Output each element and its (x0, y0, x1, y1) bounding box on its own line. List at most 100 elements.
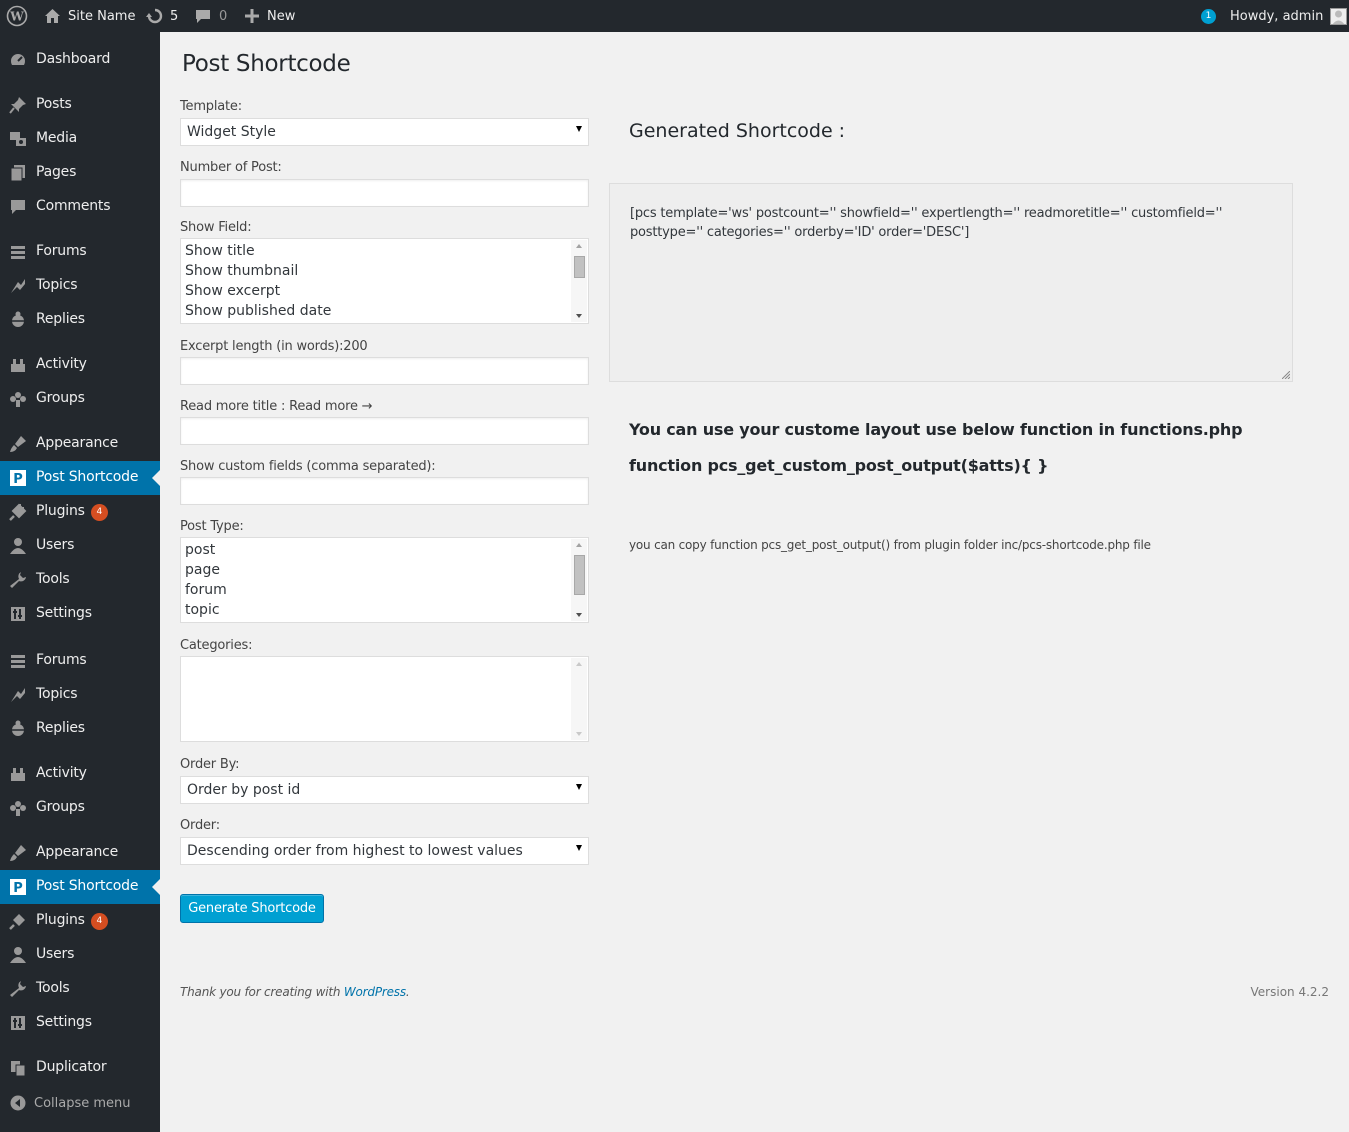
scrollbar[interactable] (571, 240, 587, 322)
sidebar-item-media[interactable]: Media (0, 122, 160, 156)
categories-listbox[interactable] (180, 656, 589, 742)
scroll-down-icon[interactable] (576, 732, 582, 736)
list-option[interactable]: post (185, 542, 215, 558)
sidebar-item-topics[interactable]: Topics (0, 269, 160, 303)
plugins-icon (8, 502, 28, 522)
comment-icon (8, 197, 28, 217)
sidebar-item-replies[interactable]: Replies (0, 712, 160, 746)
appearance-icon (8, 434, 28, 454)
sidebar-item-comments[interactable]: Comments (0, 190, 160, 224)
updates-link[interactable]: 5 (146, 0, 178, 32)
collapse-menu-button[interactable]: Collapse menu (0, 1088, 160, 1118)
sidebar-item-pages[interactable]: Pages (0, 156, 160, 190)
number-of-post-input[interactable] (180, 179, 589, 207)
scroll-thumb[interactable] (574, 256, 585, 278)
sidebar-item-label: Dashboard (36, 51, 111, 67)
media-icon (8, 129, 28, 149)
sidebar-item-activity[interactable]: Activity (0, 348, 160, 382)
custom-fields-label: Show custom fields (comma separated): (180, 459, 436, 474)
sidebar-item-settings[interactable]: Settings (0, 1006, 160, 1040)
howdy-text: Howdy, admin (1230, 8, 1324, 24)
sidebar-item-appearance[interactable]: Appearance (0, 836, 160, 870)
wordpress-logo-icon[interactable]: W (6, 0, 28, 32)
scrollbar[interactable] (571, 658, 587, 740)
resize-handle-icon[interactable] (1282, 371, 1290, 379)
sidebar-item-label: Post Shortcode (36, 878, 139, 894)
generate-shortcode-button[interactable]: Generate Shortcode (180, 894, 324, 923)
post-type-listbox[interactable]: post page forum topic (180, 537, 589, 623)
order-by-label: Order By: (180, 757, 240, 772)
sidebar-item-activity[interactable]: Activity (0, 757, 160, 791)
scrollbar[interactable] (571, 539, 587, 621)
scroll-thumb[interactable] (574, 555, 585, 595)
sidebar-item-users[interactable]: Users (0, 529, 160, 563)
list-option[interactable]: forum (185, 582, 227, 598)
template-select[interactable]: Widget Style (180, 118, 589, 146)
list-option[interactable]: Show published date (185, 303, 331, 319)
sidebar-item-posts[interactable]: Posts (0, 88, 160, 122)
sidebar-item-groups[interactable]: Groups (0, 382, 160, 416)
settings-icon (8, 1013, 28, 1033)
footer-version: Version 4.2.2 (1250, 985, 1329, 999)
show-field-listbox[interactable]: Show title Show thumbnail Show excerpt S… (180, 238, 589, 324)
sidebar-item-label: Duplicator (36, 1059, 107, 1075)
sidebar-item-label: Settings (36, 605, 92, 621)
avatar (1330, 7, 1348, 25)
list-option[interactable]: Show excerpt (185, 283, 280, 299)
sidebar-item-label: Forums (36, 243, 87, 259)
scroll-up-icon[interactable] (576, 543, 582, 547)
sidebar-item-plugins[interactable]: Plugins 4 (0, 904, 160, 938)
sidebar-item-users[interactable]: Users (0, 938, 160, 972)
sidebar-item-replies[interactable]: Replies (0, 303, 160, 337)
order-label: Order: (180, 818, 220, 833)
appearance-icon (8, 843, 28, 863)
sidebar-item-appearance[interactable]: Appearance (0, 427, 160, 461)
sidebar-item-post-shortcode[interactable]: P Post Shortcode (0, 461, 160, 495)
sidebar-item-tools[interactable]: Tools (0, 563, 160, 597)
order-by-select[interactable]: Order by post id (180, 776, 589, 804)
dashboard-icon (8, 50, 28, 70)
order-select[interactable]: Descending order from highest to lowest … (180, 837, 589, 865)
custom-fields-input[interactable] (180, 477, 589, 505)
list-option[interactable]: topic (185, 602, 220, 618)
read-more-title-label: Read more title : Read more → (180, 399, 373, 414)
new-content-link[interactable]: New (245, 0, 295, 32)
footer-thanks: Thank you for creating with WordPress. (180, 985, 410, 999)
plus-icon (245, 9, 259, 23)
sidebar-item-label: Comments (36, 198, 111, 214)
list-option[interactable]: Show title (185, 243, 255, 259)
sidebar-item-label: Settings (36, 1014, 92, 1030)
sidebar-item-topics[interactable]: Topics (0, 678, 160, 712)
sidebar-item-duplicator[interactable]: Duplicator (0, 1051, 160, 1085)
sidebar-item-forums[interactable]: Forums (0, 644, 160, 678)
sidebar-item-label: Activity (36, 765, 87, 781)
scroll-down-icon[interactable] (576, 314, 582, 318)
generated-shortcode-text: [pcs template='ws' postcount='' showfiel… (630, 206, 1223, 240)
scroll-up-icon[interactable] (576, 662, 582, 666)
sidebar-item-tools[interactable]: Tools (0, 972, 160, 1006)
list-option[interactable]: Show thumbnail (185, 263, 298, 279)
comments-link[interactable]: 0 (195, 0, 227, 32)
sidebar-item-groups[interactable]: Groups (0, 791, 160, 825)
topics-icon (8, 685, 28, 705)
post-shortcode-icon: P (8, 877, 28, 897)
plugins-icon (8, 911, 28, 931)
generated-shortcode-textarea[interactable]: [pcs template='ws' postcount='' showfiel… (609, 183, 1293, 382)
sidebar-item-label: Forums (36, 652, 87, 668)
scroll-up-icon[interactable] (576, 244, 582, 248)
sidebar-item-post-shortcode[interactable]: P Post Shortcode (0, 870, 160, 904)
read-more-title-input[interactable] (180, 417, 589, 445)
sidebar-item-dashboard[interactable]: Dashboard (0, 43, 160, 77)
excerpt-length-input[interactable] (180, 357, 589, 385)
scroll-down-icon[interactable] (576, 613, 582, 617)
sidebar-item-settings[interactable]: Settings (0, 597, 160, 631)
dropdown-arrow-icon (576, 845, 582, 851)
wordpress-link[interactable]: WordPress (344, 985, 406, 999)
notification-badge[interactable]: 1 (1201, 0, 1216, 32)
site-name-link[interactable]: Site Name (44, 0, 135, 32)
my-account-link[interactable]: Howdy, admin (1230, 0, 1348, 32)
sidebar-item-plugins[interactable]: Plugins 4 (0, 495, 160, 529)
update-icon (146, 8, 164, 24)
sidebar-item-forums[interactable]: Forums (0, 235, 160, 269)
list-option[interactable]: page (185, 562, 220, 578)
